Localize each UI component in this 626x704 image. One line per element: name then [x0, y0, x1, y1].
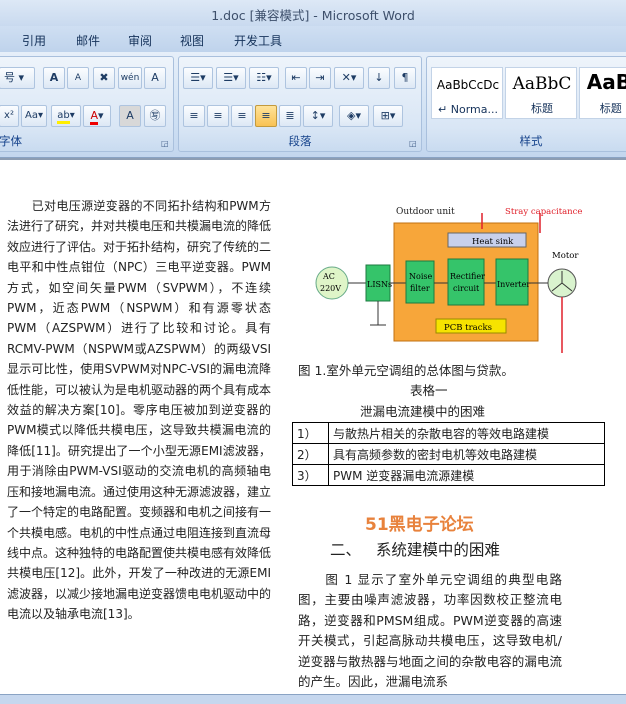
justify-button[interactable]: ≡ [255, 105, 277, 127]
title-bar: 1.doc [兼容模式] - Microsoft Word [0, 0, 626, 26]
char-shading-button[interactable]: A [119, 105, 141, 127]
table-cell-text: PWM 逆变器漏电流源建模 [328, 464, 605, 486]
table-cell-text: 与散热片相关的杂散电容的等效电路建模 [328, 422, 605, 444]
increase-indent-button[interactable]: ⇥ [309, 67, 331, 89]
change-case-button[interactable]: Aa▾ [21, 105, 47, 127]
bullets-button[interactable]: ☰▾ [183, 67, 213, 89]
font-color-icon: A [90, 109, 98, 125]
style-heading-1[interactable]: AaBb 标题 1 [579, 67, 626, 119]
difficulty-table: 1） 与散热片相关的杂散电容的等效电路建模 2） 具有高频参数的密封电机等效电路… [292, 422, 605, 486]
circuit-figure: Outdoor unit Stray capacitance Heat sink… [315, 207, 582, 353]
grow-font-button[interactable]: A [43, 67, 65, 89]
enclose-char-button[interactable]: ㊢ [144, 105, 166, 127]
tab-references[interactable]: 引用 [22, 32, 46, 49]
numbering-button[interactable]: ☰▾ [216, 67, 246, 89]
forum-watermark: 51黑电子论坛 [365, 515, 474, 535]
document-page[interactable]: 已对电压源逆变器的不同拓扑结构和PWM方法进行了研究，并对共模电压和共模漏电流的… [0, 160, 626, 694]
align-right-button[interactable]: ≡ [231, 105, 253, 127]
borders-button[interactable]: ⊞▾ [373, 105, 403, 127]
left-column-text: 已对电压源逆变器的不同拓扑结构和PWM方法进行了研究，并对共模电压和共模漏电流的… [7, 199, 272, 622]
style-normal[interactable]: AaBbCcDc ↵ Norma... [431, 67, 503, 119]
shrink-font-icon: A [74, 73, 82, 83]
phonetic-icon: wén [120, 73, 140, 83]
superscript-button[interactable]: x² [0, 105, 19, 127]
style-normal-name: ↵ Norma... [438, 103, 498, 116]
font-size-combo[interactable]: 号 ▾ [0, 67, 35, 89]
font-size-value: 号 [4, 71, 15, 84]
distributed-button[interactable]: ≣ [279, 105, 301, 127]
table-title: 表格一 [410, 383, 448, 398]
style-heading-1-name: 标题 1 [599, 102, 626, 115]
ribbon-tabs: 引用 邮件 审阅 视图 开发工具 [0, 26, 626, 52]
style-heading-name: 标题 [531, 102, 553, 115]
tab-developer[interactable]: 开发工具 [234, 32, 282, 49]
highlight-icon: ab [57, 110, 70, 124]
ribbon: 号 ▾ A A ✖ wén A x² Aa▾ ab▾ A▾ A ㊢ 字体 ◲ ☰… [0, 52, 626, 158]
ac-label-2: 220V [320, 284, 341, 293]
figure-caption: 图 1.室外单元空调组的总体图与贷款。 [298, 363, 514, 378]
shading-button[interactable]: ◈▾ [339, 105, 369, 127]
shrink-font-button[interactable]: A [67, 67, 89, 89]
style-heading[interactable]: AaBbC 标题 [505, 67, 577, 119]
paragraph-group-label: 段落 [288, 134, 312, 148]
line-spacing-button[interactable]: ↕▾ [303, 105, 333, 127]
sort-button[interactable]: ↓ [368, 67, 390, 89]
figure-stray-label: Stray capacitance [505, 207, 582, 217]
section-heading: 二、 系统建模中的困难 [330, 541, 500, 559]
tab-view[interactable]: 视图 [180, 32, 204, 49]
font-group-label: 字体 [0, 134, 22, 148]
right-column-text: 图 1 显示了室外单元空调组的典型电路图，主要由噪声滤波器，功率因数校正整流电路… [298, 572, 562, 690]
noise-label-2: filter [410, 284, 430, 293]
styles-group-label: 样式 [519, 134, 543, 148]
status-bar [0, 694, 626, 704]
table-cell-num: 3） [292, 464, 329, 486]
tab-review[interactable]: 审阅 [128, 32, 152, 49]
font-color-button[interactable]: A▾ [83, 105, 111, 127]
window-title: 1.doc [兼容模式] - Microsoft Word [211, 8, 415, 23]
table-row: 1） 与散热片相关的杂散电容的等效电路建模 [292, 422, 605, 444]
grow-font-icon: A [49, 71, 59, 84]
table-cell-num: 1） [292, 422, 329, 444]
motor-label: Motor [552, 251, 579, 261]
table-row: 2） 具有高频参数的密封电机等效电路建模 [292, 443, 605, 465]
multilevel-list-button[interactable]: ☷▾ [249, 67, 279, 89]
table-subtitle: 泄漏电流建模中的困难 [360, 404, 486, 419]
phonetic-guide-button[interactable]: wén [118, 67, 142, 89]
rectifier-label-2: circuit [453, 284, 480, 293]
rectifier-box [447, 258, 485, 306]
style-normal-sample: AaBbCcDc [436, 78, 500, 92]
asian-layout-button[interactable]: ✕▾ [334, 67, 364, 89]
show-marks-button[interactable]: ¶ [394, 67, 416, 89]
rectifier-label-1: Rectifier [450, 272, 485, 281]
noise-label-1: Noise [409, 272, 432, 281]
style-heading-sample: AaBbC [512, 74, 572, 94]
table-cell-text: 具有高频参数的密封电机等效电路建模 [328, 443, 605, 465]
styles-group: AaBbCcDc ↵ Norma... AaBbC 标题 AaBb 标题 1 样… [426, 56, 626, 152]
ac-label-1: AC [322, 272, 335, 281]
align-left-button[interactable]: ≡ [183, 105, 205, 127]
paragraph-group: ☰▾ ☰▾ ☷▾ ⇤ ⇥ ✕▾ ↓ ¶ ≡ ≡ ≡ ≡ ≣ ↕▾ ◈▾ ⊞▾ 段… [178, 56, 422, 152]
noise-filter-box [405, 260, 435, 304]
decrease-indent-button[interactable]: ⇤ [285, 67, 307, 89]
table-cell-num: 2） [292, 443, 329, 465]
inverter-label: Inverter [497, 280, 530, 289]
table-row: 3） PWM 逆变器漏电流源建模 [292, 464, 605, 486]
style-heading-1-sample: AaBb [586, 70, 626, 94]
figure-outdoor-label: Outdoor unit [396, 207, 455, 217]
lisn-label: LISNs [367, 280, 392, 289]
pcb-label: PCB tracks [444, 323, 492, 333]
font-dialog-launcher[interactable]: ◲ [161, 139, 170, 148]
highlight-button[interactable]: ab▾ [51, 105, 81, 127]
align-center-button[interactable]: ≡ [207, 105, 229, 127]
heat-sink-label: Heat sink [472, 237, 514, 247]
tab-mailings[interactable]: 邮件 [76, 32, 100, 49]
clear-format-button[interactable]: ✖ [93, 67, 115, 89]
char-border-button[interactable]: A [144, 67, 166, 89]
font-group: 号 ▾ A A ✖ wén A x² Aa▾ ab▾ A▾ A ㊢ 字体 ◲ [0, 56, 174, 152]
paragraph-dialog-launcher[interactable]: ◲ [409, 139, 418, 148]
